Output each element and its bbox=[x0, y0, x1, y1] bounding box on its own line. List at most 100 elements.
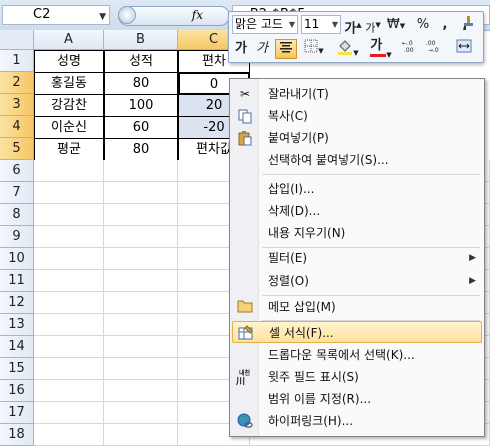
decrease-font-button[interactable]: 가▼ bbox=[364, 15, 382, 35]
empty-cell[interactable] bbox=[34, 182, 104, 204]
row-header-3[interactable]: 3 bbox=[0, 94, 34, 116]
empty-cell[interactable] bbox=[104, 336, 178, 358]
cell-b4[interactable]: 60 bbox=[104, 116, 178, 139]
center-align-button[interactable] bbox=[275, 39, 297, 59]
row-header-7[interactable]: 7 bbox=[0, 182, 34, 204]
currency-button[interactable]: ₩▼ bbox=[385, 15, 407, 35]
cell-b2[interactable]: 80 bbox=[104, 72, 178, 95]
font-size-box[interactable]: 11 ▼ bbox=[301, 15, 341, 34]
font-name-box[interactable]: 맑은 고드 ▼ bbox=[232, 15, 298, 34]
name-box[interactable]: C2 ▼ bbox=[2, 5, 110, 25]
empty-cell[interactable] bbox=[104, 182, 178, 204]
row-header-4[interactable]: 4 bbox=[0, 116, 34, 138]
menu-item-pick-from-list[interactable]: 드롭다운 목록에서 선택(K)... bbox=[232, 344, 482, 366]
empty-cell[interactable] bbox=[104, 380, 178, 402]
menu-item-sort[interactable]: 정렬(O) ▶ bbox=[232, 270, 482, 292]
row-header-13[interactable]: 13 bbox=[0, 314, 34, 336]
row-header-16[interactable]: 16 bbox=[0, 380, 34, 402]
empty-cell[interactable] bbox=[104, 204, 178, 226]
menu-item-filter[interactable]: 필터(E) ▶ bbox=[232, 247, 482, 269]
row-header-14[interactable]: 14 bbox=[0, 336, 34, 358]
empty-cell[interactable] bbox=[34, 424, 104, 446]
menu-item-format-cells[interactable]: 셀 서식(F)... bbox=[232, 321, 482, 343]
row-header-8[interactable]: 8 bbox=[0, 204, 34, 226]
empty-cell[interactable] bbox=[34, 160, 104, 182]
empty-cell[interactable] bbox=[104, 248, 178, 270]
empty-cell[interactable] bbox=[34, 292, 104, 314]
format-painter-icon[interactable] bbox=[457, 15, 479, 35]
cell-b1[interactable]: 성적 bbox=[104, 50, 178, 73]
empty-cell[interactable] bbox=[104, 270, 178, 292]
empty-cell[interactable] bbox=[104, 424, 178, 446]
empty-cell[interactable] bbox=[104, 292, 178, 314]
font-color-button[interactable]: 가 ▼ bbox=[367, 38, 395, 59]
empty-cell[interactable] bbox=[34, 336, 104, 358]
empty-cell[interactable] bbox=[34, 226, 104, 248]
italic-button[interactable]: 가 bbox=[253, 39, 271, 59]
cell-a2[interactable]: 홍길동 bbox=[34, 72, 104, 95]
empty-cell[interactable] bbox=[104, 402, 178, 424]
formula-bar-resize-handle[interactable]: fx bbox=[118, 6, 230, 26]
cell-a1[interactable]: 성명 bbox=[34, 50, 104, 73]
menu-item-delete[interactable]: 삭제(D)... bbox=[232, 200, 482, 222]
bold-button[interactable]: 가 bbox=[232, 39, 250, 59]
empty-cell[interactable] bbox=[104, 358, 178, 380]
empty-cell[interactable] bbox=[34, 358, 104, 380]
row-header-1[interactable]: 1 bbox=[0, 50, 34, 72]
merge-center-button[interactable] bbox=[451, 39, 477, 59]
menu-item-cut[interactable]: ✂ 잘라내기(T) bbox=[232, 83, 482, 105]
empty-cell[interactable] bbox=[34, 248, 104, 270]
menu-item-copy[interactable]: 복사(C) bbox=[232, 105, 482, 127]
comma-style-button[interactable]: , bbox=[439, 15, 451, 35]
select-all-corner[interactable] bbox=[0, 30, 34, 50]
row-header-2[interactable]: 2 bbox=[0, 72, 34, 94]
menu-item-define-name[interactable]: 범위 이름 지정(R)... bbox=[232, 388, 482, 410]
increase-font-button[interactable]: 가▲ bbox=[344, 15, 362, 36]
menu-item-phonetic-field[interactable]: 내천 川 윗주 필드 표시(S) bbox=[232, 366, 482, 388]
column-header-a[interactable]: A bbox=[34, 30, 104, 50]
menu-item-paste-special[interactable]: 선택하여 붙여넣기(S)... bbox=[232, 149, 482, 171]
fill-bucket-icon bbox=[338, 40, 353, 55]
cell-a5[interactable]: 평균 bbox=[34, 138, 104, 161]
fill-color-button[interactable]: ▼ bbox=[333, 39, 363, 59]
row-header-18[interactable]: 18 bbox=[0, 424, 34, 446]
chevron-down-icon[interactable]: ▼ bbox=[99, 8, 106, 26]
cell-a3[interactable]: 강감찬 bbox=[34, 94, 104, 117]
menu-item-pick-from-list-label: 드롭다운 목록에서 선택(K)... bbox=[268, 348, 415, 362]
empty-cell[interactable] bbox=[104, 160, 178, 182]
cell-b5[interactable]: 80 bbox=[104, 138, 178, 161]
decrease-decimal-button[interactable]: .00 →.0 bbox=[425, 39, 447, 59]
menu-item-hyperlink[interactable]: 하이퍼링크(H)... bbox=[232, 410, 482, 432]
row-header-15[interactable]: 15 bbox=[0, 358, 34, 380]
empty-cell[interactable] bbox=[104, 226, 178, 248]
cell-a4[interactable]: 이순신 bbox=[34, 116, 104, 139]
menu-item-paste[interactable]: 붙여넣기(P) bbox=[232, 127, 482, 149]
empty-cell[interactable] bbox=[34, 380, 104, 402]
empty-cell[interactable] bbox=[34, 204, 104, 226]
column-header-b[interactable]: B bbox=[104, 30, 178, 50]
chevron-down-icon[interactable]: ▼ bbox=[332, 16, 338, 33]
cell-b3[interactable]: 100 bbox=[104, 94, 178, 117]
menu-item-clear-contents[interactable]: 내용 지우기(N) bbox=[232, 222, 482, 244]
increase-decimal-button[interactable]: ←.0.00 bbox=[401, 39, 423, 59]
row-header-5[interactable]: 5 bbox=[0, 138, 34, 160]
menu-item-insert[interactable]: 삽입(I)... bbox=[232, 178, 482, 200]
menu-item-insert-comment[interactable]: 메모 삽입(M) bbox=[232, 296, 482, 318]
percent-button[interactable]: % bbox=[415, 15, 431, 35]
row-header-17[interactable]: 17 bbox=[0, 402, 34, 424]
empty-cell[interactable] bbox=[34, 270, 104, 292]
expand-handle-icon[interactable] bbox=[118, 6, 136, 24]
name-box-value: C2 bbox=[33, 7, 51, 22]
row-header-9[interactable]: 9 bbox=[0, 226, 34, 248]
row-header-10[interactable]: 10 bbox=[0, 248, 34, 270]
font-color-label: 가 bbox=[370, 38, 383, 53]
insert-function-icon[interactable]: fx bbox=[192, 8, 203, 22]
empty-cell[interactable] bbox=[34, 402, 104, 424]
row-header-12[interactable]: 12 bbox=[0, 292, 34, 314]
borders-button[interactable]: ▼ bbox=[301, 39, 327, 59]
row-header-11[interactable]: 11 bbox=[0, 270, 34, 292]
chevron-down-icon[interactable]: ▼ bbox=[289, 16, 295, 33]
empty-cell[interactable] bbox=[34, 314, 104, 336]
empty-cell[interactable] bbox=[104, 314, 178, 336]
row-header-6[interactable]: 6 bbox=[0, 160, 34, 182]
